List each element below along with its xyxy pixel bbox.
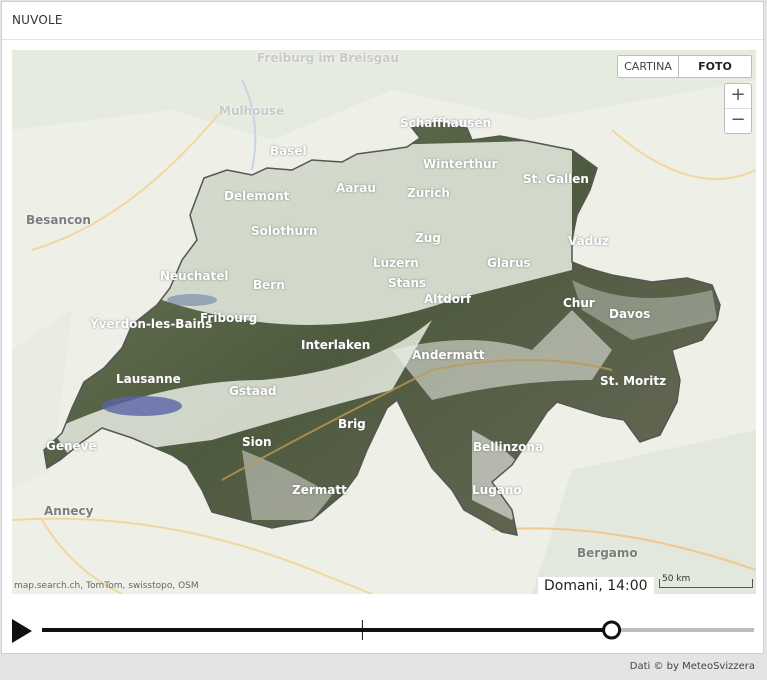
place-label: Luzern	[373, 256, 419, 270]
place-label: Chur	[563, 296, 595, 310]
place-label: Lausanne	[116, 372, 181, 386]
place-label: Yverdon-les-Bains	[90, 317, 213, 331]
place-label: Lugano	[472, 483, 522, 497]
zoom-in-button[interactable]: +	[725, 84, 751, 109]
scale-label: 50 km	[662, 574, 691, 584]
place-label: Schaffhausen	[400, 116, 492, 130]
place-label: Delemont	[224, 189, 290, 203]
map-attribution[interactable]: map.search.ch, TomTom, swisstopo, OSM	[14, 581, 199, 591]
clouds-widget: NUVOLE Freiburg im Breisgau Mulhouse Bas…	[1, 1, 764, 654]
data-credit: Dati © by MeteoSvizzera	[629, 661, 755, 672]
place-label: Davos	[609, 307, 651, 321]
place-label: Stans	[388, 276, 427, 290]
photo-view-button[interactable]: FOTO	[679, 56, 751, 77]
place-label: Fribourg	[200, 311, 258, 325]
place-label: Zurich	[407, 186, 450, 200]
zoom-control: + −	[724, 83, 752, 134]
place-label: Andermatt	[412, 348, 485, 362]
place-label: Geneve	[46, 439, 97, 453]
place-label: Bern	[253, 278, 285, 292]
place-label: St. Moritz	[600, 374, 667, 388]
place-label: Aarau	[336, 181, 376, 195]
place-label: Vaduz	[568, 234, 609, 248]
place-label: Brig	[338, 417, 366, 431]
forecast-timestamp: Domani, 14:00	[538, 577, 654, 594]
place-label: Annecy	[44, 504, 94, 518]
widget-title: NUVOLE	[12, 13, 63, 27]
place-label: Sion	[242, 435, 272, 449]
place-label: Interlaken	[301, 338, 371, 352]
zoom-out-button[interactable]: −	[725, 109, 751, 133]
footer: Dati © by MeteoSvizzera	[0, 655, 767, 680]
place-label: Winterthur	[423, 157, 498, 171]
map-type-toggle: CARTINA FOTO	[617, 55, 752, 78]
place-label: Gstaad	[229, 384, 277, 398]
map-view-button[interactable]: CARTINA	[618, 56, 679, 77]
place-label: Besancon	[26, 213, 91, 227]
scale-bar: 50 km	[659, 574, 753, 588]
place-label: Bergamo	[577, 546, 638, 560]
cloud-map[interactable]: Freiburg im Breisgau Mulhouse Basel Scha…	[12, 50, 756, 594]
slider-handle	[602, 620, 622, 640]
place-label: St. Gallen	[523, 172, 589, 186]
widget-header: NUVOLE	[2, 2, 763, 40]
place-label: Bellinzona	[473, 440, 544, 454]
place-label: Zug	[415, 231, 441, 245]
place-label: Basel	[270, 144, 307, 158]
place-label: Neuchatel	[160, 269, 229, 283]
play-icon[interactable]	[12, 619, 32, 643]
place-label: Solothurn	[251, 224, 318, 238]
place-label: Mulhouse	[219, 104, 285, 118]
place-label: Freiburg im Breisgau	[257, 51, 399, 65]
place-label: Zermatt	[292, 483, 347, 497]
place-label: Altdorf	[424, 292, 472, 306]
place-label: Glarus	[487, 256, 531, 270]
time-slider[interactable]	[42, 617, 756, 643]
